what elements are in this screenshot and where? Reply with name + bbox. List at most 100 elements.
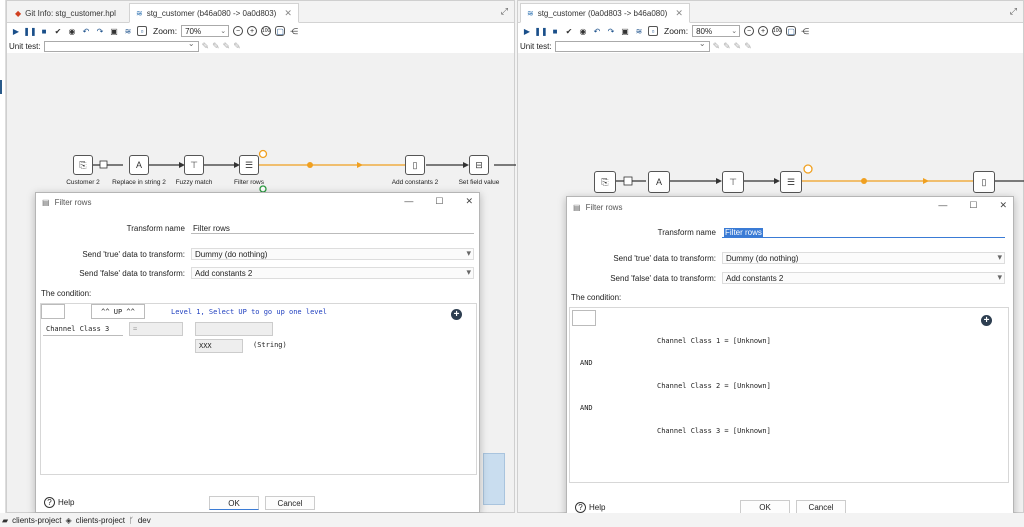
maximize-icon[interactable]: ☐ [435,196,443,207]
tab-stg-customer[interactable]: ≋ stg_customer (0a0d803 -> b46a080) ✕ [520,3,690,23]
pause-icon[interactable]: ❚❚ [23,26,36,36]
condition-row[interactable]: Channel Class 1 = [Unknown] [657,337,771,345]
zoom-select[interactable]: 70% ⌄ [181,25,230,37]
negate-box[interactable] [41,304,65,319]
preview-icon[interactable]: ◉ [578,26,588,36]
pause-icon[interactable]: ❚❚ [534,26,547,36]
run-icon[interactable]: ▶ [522,26,532,36]
add-condition-icon[interactable]: + [451,309,462,320]
help-button[interactable]: ? Help [575,502,605,513]
transform-filter-rows[interactable]: ☰ [780,171,802,193]
share-icon[interactable]: ⋲ [289,26,299,36]
run-icon[interactable]: ▶ [11,26,21,36]
transform-replace-in-string[interactable]: A [129,155,149,175]
check-icon[interactable]: ✔ [564,26,574,36]
new-test-icon[interactable]: ✎ [723,41,731,52]
condition-row[interactable]: Channel Class 3 = [Unknown] [657,427,771,435]
close-icon[interactable]: ✕ [465,196,473,207]
zoom-out-icon[interactable]: − [744,26,755,36]
false-transform-select[interactable]: Add constants 2 [191,267,474,279]
maximize-icon[interactable]: ☐ [969,200,977,211]
stop-icon[interactable]: ■ [39,26,49,36]
environment-name[interactable]: clients-project [76,516,125,525]
tab-stg-customer[interactable]: ≋ stg_customer (b46a080 -> 0a0d803) ✕ [129,3,299,23]
project-name[interactable]: clients-project [12,516,61,525]
branch-name[interactable]: dev [138,516,151,525]
zoom-100-icon[interactable]: 100 [772,26,783,36]
close-icon[interactable]: ✕ [284,8,292,19]
transform-name-input[interactable]: Filter rows [722,227,1005,238]
maximize-icon[interactable]: ⤢ [1010,6,1017,17]
transform-filter-rows[interactable]: ☰ [239,155,259,175]
align-icon[interactable]: ≋ [634,26,644,36]
cancel-button[interactable]: Cancel [265,496,315,510]
transform-replace-in-string[interactable]: A [648,171,670,193]
zoom-in-icon[interactable]: + [758,26,769,36]
transform-customer-2[interactable]: ⎘ [594,171,616,193]
condition-editor[interactable]: ^^ UP ^^ Level 1, Select UP to go up one… [40,303,477,475]
transform-add-constants[interactable]: ▯ [405,155,425,175]
value-input[interactable]: XXX [195,339,243,353]
transform-fuzzy-match[interactable]: ⊤ [722,171,744,193]
ok-button[interactable]: OK [209,496,259,510]
fit-icon[interactable]: ▢ [275,26,286,36]
unit-test-select[interactable] [554,39,710,52]
hop-arrow [357,162,363,168]
undo-icon[interactable]: ↶ [81,26,91,36]
operator-select[interactable]: = [129,322,183,336]
zoom-100-icon[interactable]: 100 [261,26,272,36]
field-input[interactable]: Channel Class 3 [43,322,123,336]
image-icon[interactable]: ▫ [137,26,147,36]
false-transform-select[interactable]: Add constants 2 [722,272,1005,284]
close-icon[interactable]: ✕ [675,8,683,19]
cancel-button[interactable]: Cancel [796,500,846,514]
set-field-icon: ⊟ [475,159,483,170]
maximize-icon[interactable]: ⤢ [501,6,508,17]
add-condition-icon[interactable]: + [981,315,992,326]
check-icon[interactable]: ✔ [53,26,63,36]
true-transform-select[interactable]: Dummy (do nothing) [722,252,1005,264]
condition-operator[interactable]: AND [580,404,593,412]
test-dataset-icon[interactable]: ✎ [233,41,241,52]
negate-box[interactable] [572,310,596,326]
zoom-in-icon[interactable]: + [247,26,258,36]
stop-icon[interactable]: ■ [550,26,560,36]
delete-test-icon[interactable]: ✎ [734,41,742,52]
edit-test-icon[interactable]: ✎ [713,41,721,52]
redo-icon[interactable]: ↷ [606,26,616,36]
zoom-select[interactable]: 80% ⌄ [692,25,741,37]
minimize-icon[interactable]: — [938,200,947,211]
transform-name-input[interactable]: Filter rows [191,223,474,234]
undo-icon[interactable]: ↶ [592,26,602,36]
share-icon[interactable]: ⋲ [800,26,810,36]
close-icon[interactable]: ✕ [999,200,1007,211]
condition-row[interactable]: Channel Class 2 = [Unknown] [657,382,771,390]
up-button[interactable]: ^^ UP ^^ [91,304,145,319]
save-icon[interactable]: ▣ [109,26,119,36]
condition-editor[interactable]: + Channel Class 1 = [Unknown] AND Channe… [569,307,1009,483]
redo-icon[interactable]: ↷ [95,26,105,36]
test-dataset-icon[interactable]: ✎ [744,41,752,52]
transform-add-constants[interactable]: ▯ [973,171,995,193]
ok-button[interactable]: OK [740,500,790,514]
true-transform-select[interactable]: Dummy (do nothing) [191,248,474,260]
transform-customer-2[interactable]: ⎘ [73,155,93,175]
tab-git-info[interactable]: ◆ Git Info: stg_customer.hpl [9,3,122,23]
help-button[interactable]: ? Help [44,497,74,508]
align-icon[interactable]: ≋ [123,26,133,36]
delete-test-icon[interactable]: ✎ [223,41,231,52]
condition-operator[interactable]: AND [580,359,593,367]
image-icon[interactable]: ▫ [648,26,658,36]
fit-icon[interactable]: ▢ [786,26,797,36]
project-icon: ▰ [2,515,9,525]
new-test-icon[interactable]: ✎ [212,41,220,52]
edit-test-icon[interactable]: ✎ [202,41,210,52]
save-icon[interactable]: ▣ [620,26,630,36]
unit-test-select[interactable] [43,39,199,52]
preview-icon[interactable]: ◉ [67,26,77,36]
field2-input[interactable] [195,322,273,336]
transform-fuzzy-match[interactable]: ⊤ [184,155,204,175]
minimize-icon[interactable]: — [404,196,413,207]
transform-set-field-value[interactable]: ⊟ [469,155,489,175]
zoom-out-icon[interactable]: − [233,26,244,36]
